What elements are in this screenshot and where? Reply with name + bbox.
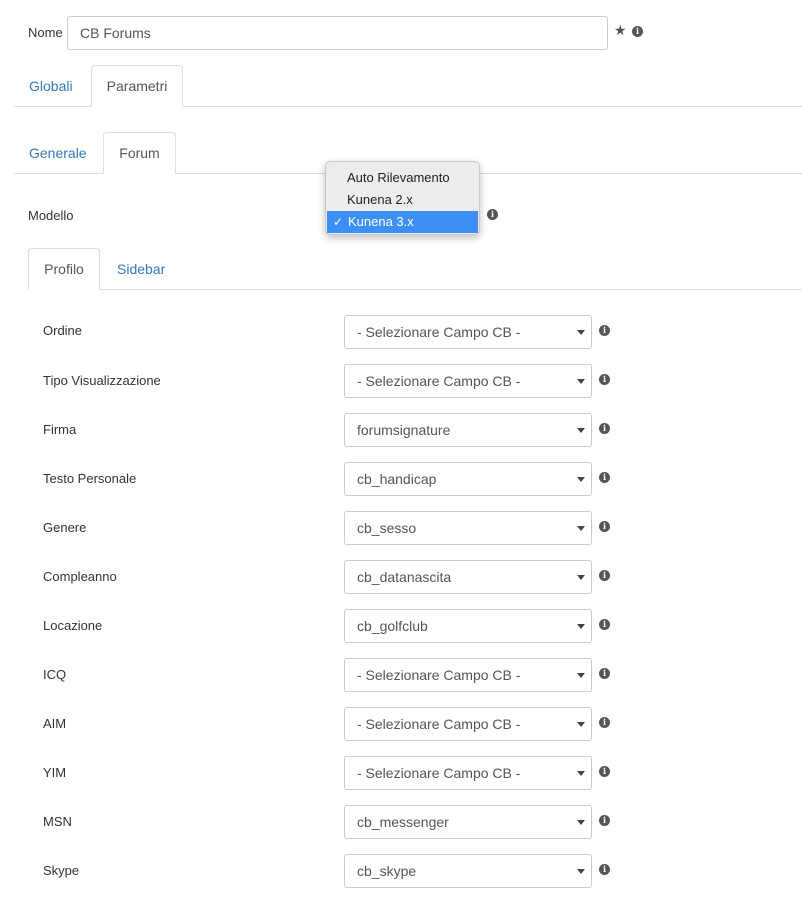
select-value: forumsignature	[357, 422, 451, 438]
tab-parametri[interactable]: Parametri	[91, 65, 183, 107]
select-value: - Selezionare Campo CB -	[357, 373, 521, 389]
tab-sidebar[interactable]: Sidebar	[117, 261, 165, 277]
info-icon[interactable]: i	[599, 521, 610, 532]
option-auto-rilevamento[interactable]: Auto Rilevamento	[326, 167, 479, 189]
select-msn[interactable]: cb_messenger	[344, 805, 592, 839]
caret-down-icon	[577, 673, 585, 678]
field-label-icq: ICQ	[43, 667, 67, 682]
inner-tabbar	[28, 289, 802, 290]
info-icon[interactable]: i	[632, 26, 643, 37]
select-genere[interactable]: cb_sesso	[344, 511, 592, 545]
select-value: cb_skype	[357, 863, 417, 879]
caret-down-icon	[577, 428, 585, 433]
field-label-locazione: Locazione	[43, 618, 103, 633]
info-icon[interactable]: i	[599, 766, 610, 777]
select-value: - Selezionare Campo CB -	[357, 324, 521, 340]
nome-input[interactable]	[67, 16, 608, 50]
caret-down-icon	[577, 330, 585, 335]
option-label: Kunena 3.x	[348, 214, 414, 229]
info-icon[interactable]: i	[599, 374, 610, 385]
select-icq[interactable]: - Selezionare Campo CB -	[344, 658, 592, 692]
info-icon[interactable]: i	[599, 472, 610, 483]
nome-label: Nome	[28, 25, 63, 40]
field-label-tipo-visualizzazione: Tipo Visualizzazione	[43, 373, 161, 388]
checkmark-icon: ✓	[333, 215, 344, 229]
info-icon[interactable]: i	[599, 423, 610, 434]
tab-generale[interactable]: Generale	[29, 145, 87, 161]
select-yim[interactable]: - Selezionare Campo CB -	[344, 756, 592, 790]
select-value: - Selezionare Campo CB -	[357, 716, 521, 732]
select-testo-personale[interactable]: cb_handicap	[344, 462, 592, 496]
select-value: - Selezionare Campo CB -	[357, 667, 521, 683]
select-value: cb_datanascita	[357, 569, 452, 585]
select-firma[interactable]: forumsignature	[344, 413, 592, 447]
modello-label: Modello	[28, 208, 74, 223]
caret-down-icon	[577, 869, 585, 874]
tab-forum[interactable]: Forum	[103, 132, 176, 174]
modello-dropdown-menu[interactable]: Auto Rilevamento Kunena 2.x ✓ Kunena 3.x	[325, 161, 480, 235]
star-icon[interactable]: ★	[614, 23, 628, 37]
select-value: cb_messenger	[357, 814, 449, 830]
select-skype[interactable]: cb_skype	[344, 854, 592, 888]
field-label-aim: AIM	[43, 716, 67, 731]
select-value: cb_sesso	[357, 520, 417, 536]
info-icon[interactable]: i	[599, 717, 610, 728]
select-tipo-visualizzazione[interactable]: - Selezionare Campo CB -	[344, 364, 592, 398]
info-icon[interactable]: i	[599, 619, 610, 630]
select-value: cb_golfclub	[357, 618, 428, 634]
field-label-firma: Firma	[43, 422, 77, 437]
info-icon[interactable]: i	[599, 815, 610, 826]
select-aim[interactable]: - Selezionare Campo CB -	[344, 707, 592, 741]
caret-down-icon	[577, 820, 585, 825]
info-icon[interactable]: i	[487, 209, 498, 220]
caret-down-icon	[577, 624, 585, 629]
info-icon[interactable]: i	[599, 668, 610, 679]
select-compleanno[interactable]: cb_datanascita	[344, 560, 592, 594]
select-value: cb_handicap	[357, 471, 437, 487]
caret-down-icon	[577, 526, 585, 531]
tab-profilo[interactable]: Profilo	[28, 248, 100, 290]
select-locazione[interactable]: cb_golfclub	[344, 609, 592, 643]
field-label-ordine: Ordine	[43, 323, 83, 338]
field-label-yim: YIM	[43, 765, 67, 780]
select-ordine[interactable]: - Selezionare Campo CB -	[344, 315, 592, 349]
field-label-compleanno: Compleanno	[43, 569, 117, 584]
option-kunena-2x[interactable]: Kunena 2.x	[326, 189, 479, 211]
caret-down-icon	[577, 379, 585, 384]
option-kunena-3x[interactable]: ✓ Kunena 3.x	[327, 211, 478, 233]
select-value: - Selezionare Campo CB -	[357, 765, 521, 781]
field-label-genere: Genere	[43, 520, 87, 535]
info-icon[interactable]: i	[599, 325, 610, 336]
info-icon[interactable]: i	[599, 570, 610, 581]
field-label-skype: Skype	[43, 863, 80, 878]
caret-down-icon	[577, 722, 585, 727]
caret-down-icon	[577, 575, 585, 580]
tab-globali[interactable]: Globali	[29, 78, 73, 94]
caret-down-icon	[577, 477, 585, 482]
field-label-msn: MSN	[43, 814, 72, 829]
info-icon[interactable]: i	[599, 864, 610, 875]
field-label-testo-personale: Testo Personale	[43, 471, 137, 486]
caret-down-icon	[577, 771, 585, 776]
